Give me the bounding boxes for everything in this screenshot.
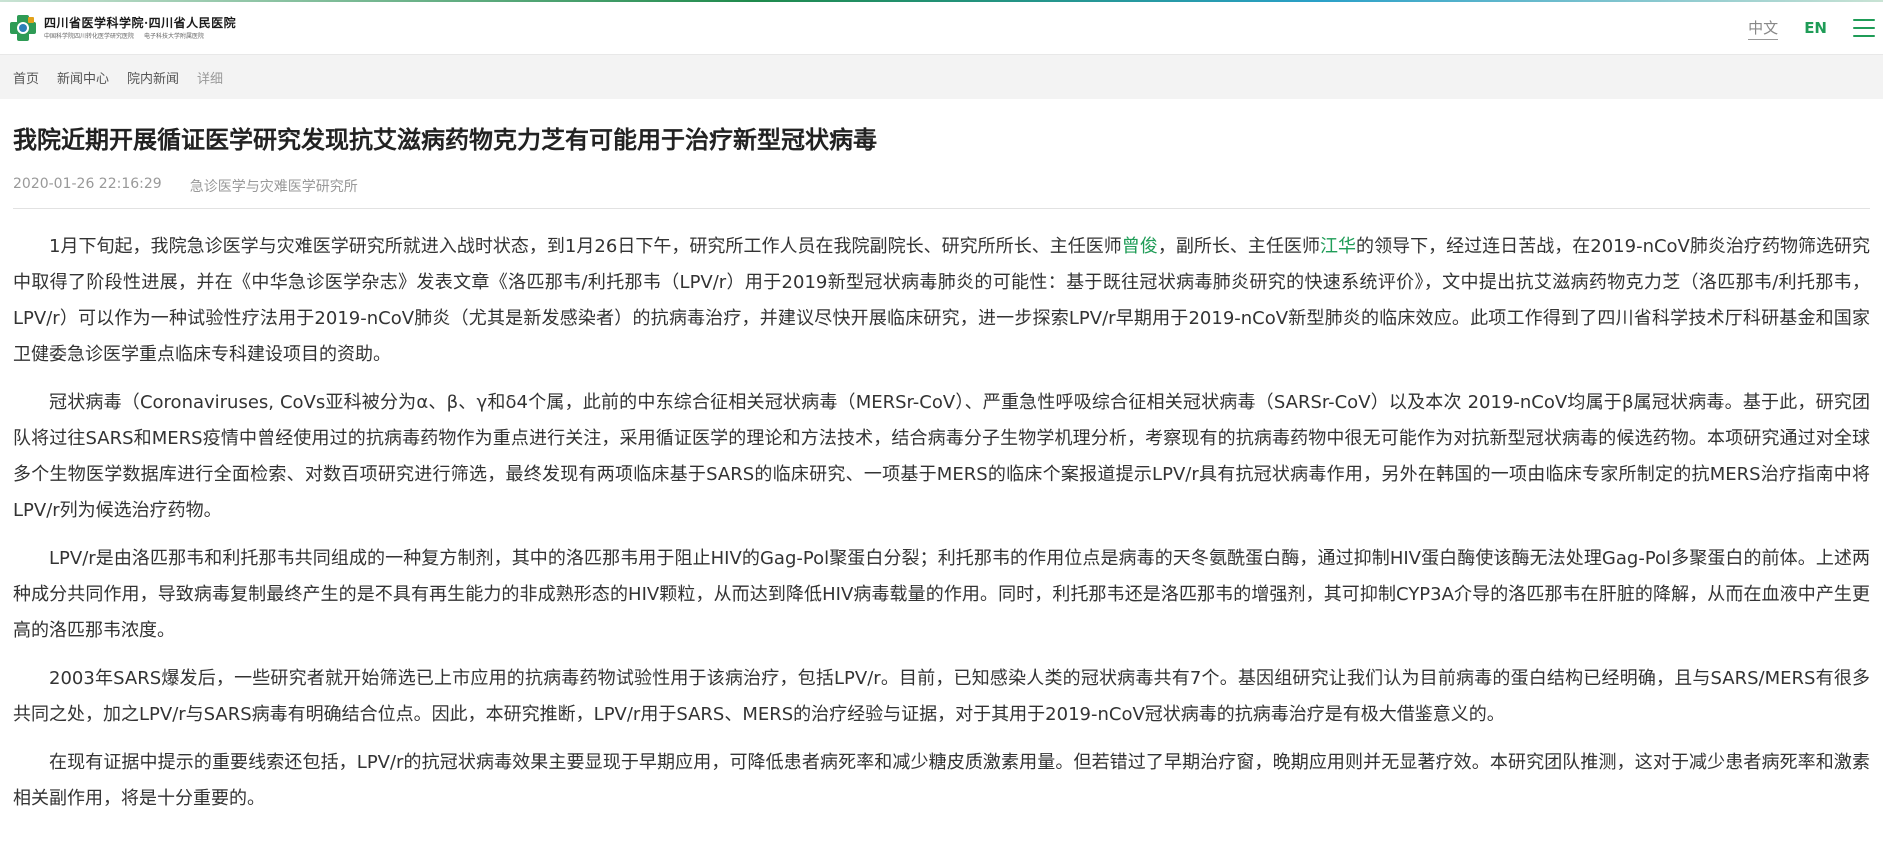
breadcrumb-hospital-news[interactable]: 院内新闻 bbox=[127, 68, 179, 87]
article-body: 1月下旬起，我院急诊医学与灾难医学研究所就进入战时状态，到1月26日下午，研究所… bbox=[13, 229, 1870, 817]
lang-english-link[interactable]: EN bbox=[1804, 19, 1827, 38]
paragraph-4: 2003年SARS爆发后，一些研究者就开始筛选已上市应用的抗病毒药物试验性用于该… bbox=[13, 668, 1870, 726]
logo-subtitle: 中国科学院四川转化医学研究医院 电子科技大学附属医院 bbox=[44, 32, 236, 40]
breadcrumb-home[interactable]: 首页 bbox=[13, 68, 39, 87]
logo-title: 四川省医学科学院·四川省人民医院 bbox=[44, 15, 237, 30]
logo-subtitle-1: 中国科学院四川转化医学研究医院 bbox=[44, 32, 135, 40]
breadcrumb: 首页 新闻中心 院内新闻 详细 bbox=[0, 55, 1883, 99]
paragraph-1: 1月下旬起，我院急诊医学与灾难医学研究所就进入战时状态，到1月26日下午，研究所… bbox=[13, 229, 1870, 373]
paragraph-3: LPV/r是由洛匹那韦和利托那韦共同组成的一种复方制剂，其中的洛匹那韦用于阻止H… bbox=[13, 548, 1870, 642]
article-title: 我院近期开展循证医学研究发现抗艾滋病药物克力芝有可能用于治疗新型冠状病毒 bbox=[13, 126, 877, 154]
breadcrumb-current: 详细 bbox=[197, 71, 224, 87]
paragraph-2: 冠状病毒（Coronaviruses, CoVs亚科被分为α、β、γ和δ4个属，… bbox=[13, 392, 1870, 522]
paragraph-5: 在现有证据中提示的重要线索还包括，LPV/r的抗冠状病毒效果主要显现于早期应用，… bbox=[13, 752, 1870, 810]
article-source: 急诊医学与灾难医学研究所 bbox=[189, 179, 358, 196]
hospital-logo-icon bbox=[10, 15, 36, 41]
hamburger-menu-icon[interactable] bbox=[1853, 19, 1875, 37]
person-link-zeng-jun[interactable]: 曾俊 bbox=[1122, 236, 1158, 257]
site-header: 四川省医学科学院·四川省人民医院 中国科学院四川转化医学研究医院 电子科技大学附… bbox=[0, 2, 1883, 55]
logo-subtitle-2: 电子科技大学附属医院 bbox=[144, 32, 205, 40]
header-actions: 中文 EN bbox=[1748, 17, 1875, 40]
person-link-jiang-hua[interactable]: 江华 bbox=[1320, 236, 1356, 257]
article: 我院近期开展循证医学研究发现抗艾滋病药物克力芝有可能用于治疗新型冠状病毒 202… bbox=[0, 125, 1883, 817]
breadcrumb-news-center[interactable]: 新闻中心 bbox=[57, 68, 109, 87]
paragraph-1-text-a: 1月下旬起，我院急诊医学与灾难医学研究所就进入战时状态，到1月26日下午，研究所… bbox=[49, 236, 1122, 258]
article-date: 2020-01-26 22:16:29 bbox=[13, 176, 162, 193]
article-meta: 2020-01-26 22:16:29 急诊医学与灾难医学研究所 bbox=[13, 176, 1870, 210]
lang-chinese-link[interactable]: 中文 bbox=[1748, 17, 1779, 40]
paragraph-1-text-b: ，副所长、主任医师 bbox=[1157, 236, 1320, 258]
site-logo[interactable]: 四川省医学科学院·四川省人民医院 中国科学院四川转化医学研究医院 电子科技大学附… bbox=[8, 13, 236, 43]
